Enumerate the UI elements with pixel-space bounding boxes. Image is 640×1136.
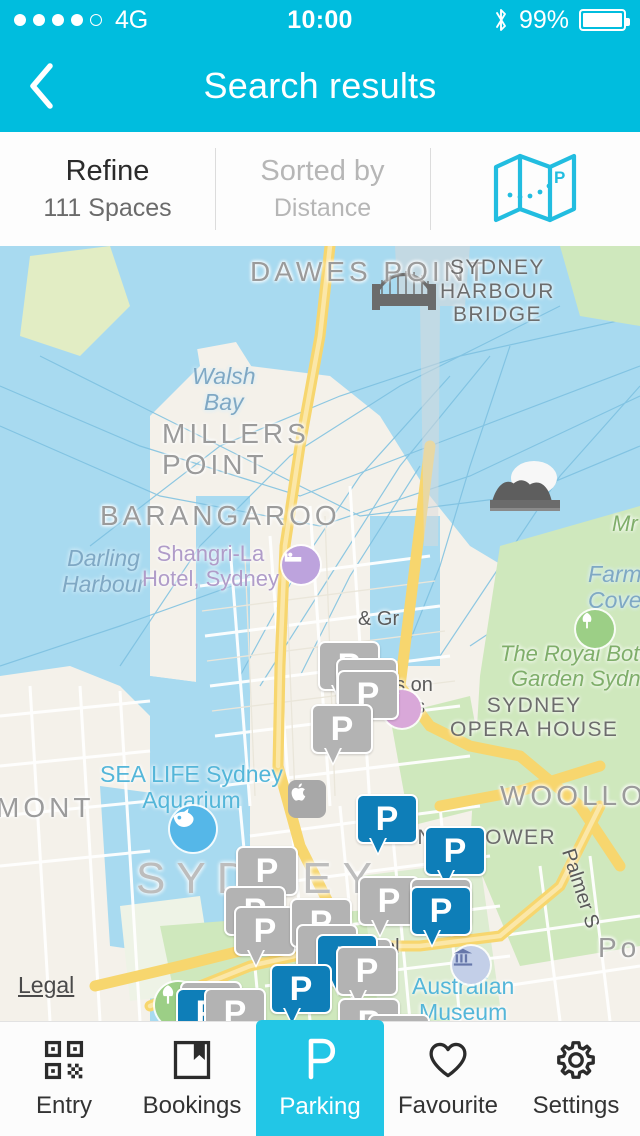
apple-store-icon[interactable] — [288, 780, 326, 818]
signal-dot — [52, 14, 64, 26]
parking-pin-tail — [324, 748, 342, 766]
status-bar-left: 4G — [14, 6, 287, 35]
map-view[interactable]: DAWES POINT MILLERS POINT BARANGAROO SYD… — [0, 246, 640, 1021]
parking-pin-body: P — [234, 906, 296, 956]
tab-label-entry: Entry — [35, 1092, 92, 1119]
sort-label: Sorted by — [260, 155, 385, 187]
tab-settings[interactable]: Settings — [512, 1022, 640, 1136]
parking-pin-label: P — [255, 852, 279, 890]
sort-value-label: Distance — [273, 194, 372, 222]
gear-icon — [557, 1041, 595, 1079]
parking-pin-tail — [423, 930, 441, 948]
parking-pin-body: P — [311, 704, 373, 754]
signal-dot-empty — [90, 14, 102, 26]
tab-label-parking: Parking — [279, 1093, 361, 1120]
status-bar-right: 99% — [353, 5, 631, 35]
parking-p-icon — [308, 1038, 336, 1080]
signal-dot — [33, 14, 45, 26]
battery-percent-label: 99% — [518, 5, 570, 34]
parking-pin-body: P — [270, 964, 332, 1014]
bluetooth-icon — [496, 9, 506, 31]
parking-pin[interactable]: P — [311, 704, 373, 766]
map-icon-p-label: P — [554, 168, 565, 187]
parking-pin[interactable]: P — [356, 794, 418, 856]
tab-parking[interactable]: Parking — [256, 1020, 384, 1136]
parking-pin-tail — [247, 950, 265, 968]
map-list-toggle-button[interactable]: P — [430, 132, 640, 246]
hotel-icon[interactable] — [282, 546, 320, 584]
qr-code-icon — [44, 1040, 84, 1080]
signal-dot — [71, 14, 83, 26]
refine-count-label: 111 Spaces — [43, 194, 172, 222]
bottom-tab-bar: Entry Bookings Parking Favourite Setting… — [0, 1020, 640, 1136]
back-button[interactable] — [18, 60, 64, 112]
parking-pin[interactable]: P — [234, 906, 296, 968]
parking-pin-body: P — [356, 794, 418, 844]
tab-label-favourite: Favourite — [397, 1092, 499, 1119]
parking-pin[interactable]: P — [410, 886, 472, 948]
bookmark-book-icon — [173, 1040, 211, 1080]
parking-pin-body: P — [410, 886, 472, 936]
parking-pin-body: P — [424, 826, 486, 876]
tab-bookings[interactable]: Bookings — [128, 1022, 256, 1136]
filter-bar: Refine 111 Spaces Sorted by Distance P — [0, 132, 640, 246]
tab-favourite[interactable]: Favourite — [384, 1022, 512, 1136]
museum-icon[interactable] — [452, 946, 490, 984]
tab-entry[interactable]: Entry — [0, 1022, 128, 1136]
page-title: Search results — [203, 65, 437, 106]
parking-pin-label: P — [289, 970, 313, 1008]
folded-map-icon: P — [493, 153, 577, 223]
parking-pin-tail — [369, 838, 387, 856]
parking-pin-label: P — [223, 994, 247, 1021]
heart-icon — [429, 1042, 467, 1078]
parking-pin-label: P — [443, 832, 467, 870]
network-type-label: 4G — [115, 5, 148, 34]
aquarium-dolphin-icon[interactable] — [170, 806, 216, 852]
parking-pin-label: P — [330, 710, 354, 748]
tab-label-settings: Settings — [532, 1092, 620, 1119]
parking-pin-label: P — [429, 892, 453, 930]
parking-pin-label: P — [253, 912, 277, 950]
status-bar: 4G 10:00 99% — [0, 0, 640, 40]
status-bar-clock: 10:00 — [287, 5, 353, 34]
parking-pin-label: P — [377, 882, 401, 920]
sort-button[interactable]: Sorted by Distance — [215, 132, 430, 246]
app-root: 4G 10:00 99% Search results Refine 111 S… — [0, 0, 640, 1136]
parking-pin-body: P — [336, 946, 398, 996]
refine-button[interactable]: Refine 111 Spaces — [0, 132, 215, 246]
chevron-left-icon — [30, 63, 53, 109]
parking-pin-body: P — [204, 988, 266, 1021]
park-tree-icon[interactable] — [576, 610, 614, 648]
parking-pin[interactable]: P — [270, 964, 332, 1021]
parking-pin[interactable]: P — [204, 988, 266, 1021]
tab-label-bookings: Bookings — [142, 1092, 242, 1119]
navigation-bar: Search results — [0, 40, 640, 132]
map-legal-link[interactable]: Legal — [18, 972, 74, 999]
battery-icon — [579, 9, 631, 31]
refine-label: Refine — [65, 155, 150, 187]
signal-dot — [14, 14, 26, 26]
parking-pin-label: P — [355, 952, 379, 990]
parking-pin-label: P — [375, 800, 399, 838]
